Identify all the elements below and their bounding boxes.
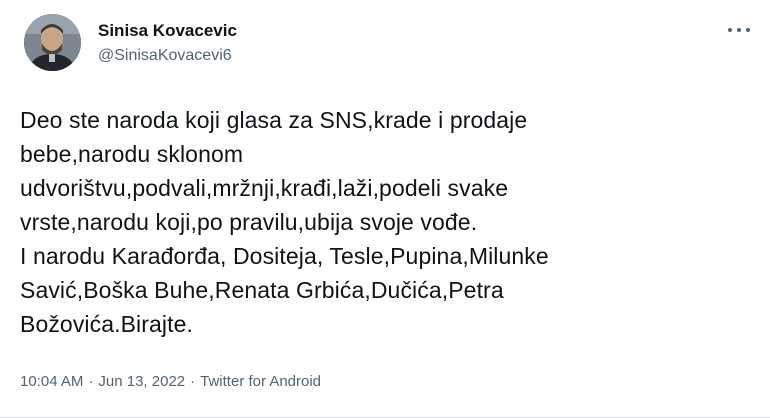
- more-dot: [746, 28, 750, 32]
- tweet-time[interactable]: 10:04 AM: [20, 373, 83, 390]
- tweet-card: Sinisa Kovacevic @SinisaKovacevi6 Deo st…: [0, 0, 770, 418]
- author-display-name[interactable]: Sinisa Kovacevic: [98, 20, 237, 42]
- tweet-text-line: Savić,Boška Buhe,Renata Grbića,Dučića,Pe…: [20, 277, 504, 303]
- tweet-text-line: I narodu Karađorđa, Dositeja, Tesle,Pupi…: [20, 243, 549, 269]
- tweet-text: Deo ste naroda koji glasa za SNS,krade i…: [20, 103, 740, 341]
- tweet-date[interactable]: Jun 13, 2022: [98, 373, 185, 390]
- more-horizontal-icon[interactable]: [728, 24, 750, 36]
- tweet-source[interactable]: Twitter for Android: [200, 373, 321, 390]
- tweet-text-line: bebe,narodu sklonom: [20, 141, 244, 167]
- tweet-text-line: udvorištvu,podvali,mržnji,krađi,laži,pod…: [20, 175, 509, 201]
- tweet-text-line: vrste,narodu koji,po pravilu,ubija svoje…: [20, 209, 478, 235]
- meta-separator: ·: [88, 373, 94, 390]
- avatar[interactable]: [24, 14, 81, 71]
- more-dot: [737, 28, 741, 32]
- more-dot: [728, 28, 732, 32]
- tweet-meta: 10:04 AM · Jun 13, 2022 · Twitter for Androi…: [20, 372, 321, 392]
- author-handle[interactable]: @SinisaKovacevi6: [98, 45, 237, 67]
- meta-separator: ·: [190, 373, 196, 390]
- tweet-text-line: Božovića.Birajte.: [20, 311, 193, 337]
- profile-photo: [24, 14, 81, 71]
- author-block: Sinisa Kovacevic @SinisaKovacevi6: [98, 20, 237, 67]
- tweet-text-line: Deo ste naroda koji glasa za SNS,krade i…: [20, 107, 528, 133]
